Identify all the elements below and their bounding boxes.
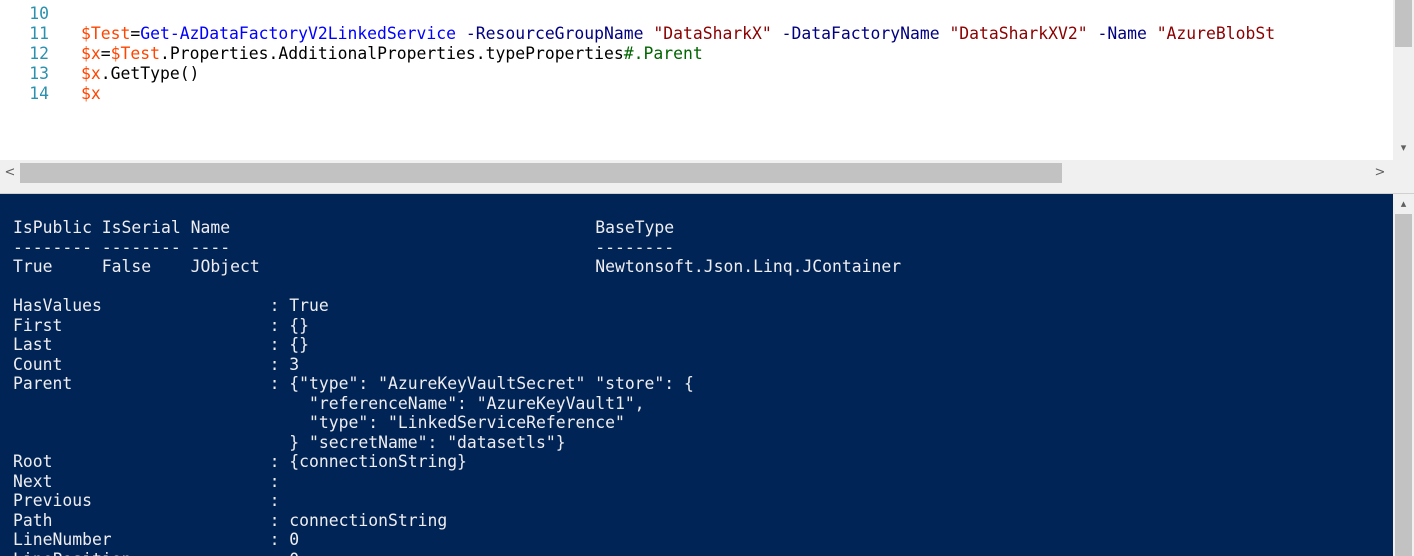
console-line: Count : 3 xyxy=(13,354,300,374)
line-number: 11 xyxy=(29,24,49,43)
pane-splitter[interactable] xyxy=(0,186,1414,194)
code-token: "DataSharkX" xyxy=(653,24,772,43)
console-line: "referenceName": "AzureKeyVault1", xyxy=(13,393,645,413)
code-text[interactable]: $x.GetType() xyxy=(81,64,199,84)
editor-horizontal-scroll-thumb[interactable] xyxy=(20,163,1062,183)
console-line: LineNumber : 0 xyxy=(13,530,300,549)
code-token: "AzureBlobSt xyxy=(1156,24,1276,43)
code-token: Get-AzDataFactoryV2LinkedService xyxy=(140,24,456,43)
console-output: IsPublic IsSerial Name BaseType -------- … xyxy=(13,218,1388,556)
console-line: Parent : {"type": "AzureKeyVaultSecret" … xyxy=(13,374,694,393)
code-token: .GetType() xyxy=(100,64,200,83)
code-text[interactable]: $x=$Test.Properties.AdditionalProperties… xyxy=(81,44,703,64)
code-text[interactable]: $x xyxy=(81,84,101,104)
code-token: -ResourceGroupName xyxy=(465,24,644,43)
code-token: $Test xyxy=(81,24,131,43)
console-line: First : {} xyxy=(13,315,310,335)
console-line: } "secretName": "datasetls"} xyxy=(13,432,566,452)
console-pane[interactable]: IsPublic IsSerial Name BaseType -------- … xyxy=(0,194,1414,556)
line-number: 13 xyxy=(29,64,49,83)
code-area[interactable]: 10 11 $Test=Get-AzDataFactoryV2LinkedServi… xyxy=(0,4,1393,160)
editor-horizontal-scrollbar[interactable]: < > xyxy=(0,160,1414,186)
code-token: -DataFactoryName xyxy=(781,24,940,43)
scroll-up-arrow-icon[interactable]: ▴ xyxy=(1393,194,1414,214)
scroll-left-arrow-icon[interactable]: < xyxy=(0,160,20,186)
console-line: Root : {connectionString} xyxy=(13,452,467,471)
console-line: Previous : xyxy=(13,491,280,510)
scroll-right-arrow-icon[interactable]: > xyxy=(1370,160,1390,186)
console-line: LinePosition : 0 xyxy=(13,550,1388,556)
console-vertical-scrollbar[interactable]: ▴ xyxy=(1393,194,1414,556)
code-token: $x xyxy=(81,64,101,83)
code-token: "DataSharkXV2" xyxy=(949,24,1088,43)
console-line: IsPublic IsSerial Name BaseType xyxy=(13,218,675,237)
console-line: -------- -------- ---- -------- xyxy=(13,237,675,257)
line-number: 14 xyxy=(29,84,49,103)
code-token: $x xyxy=(81,84,101,103)
editor-vertical-scroll-thumb[interactable] xyxy=(1395,0,1412,47)
console-line: Last : {} xyxy=(13,335,310,354)
console-line: "type": "LinkedServiceReference" xyxy=(13,413,625,432)
console-vertical-scroll-thumb[interactable] xyxy=(1395,214,1412,556)
line-number: 10 xyxy=(29,4,49,23)
console-line: Next : xyxy=(13,471,280,491)
code-token: -Name xyxy=(1097,24,1147,43)
code-text[interactable]: $Test=Get-AzDataFactoryV2LinkedService -… xyxy=(81,24,1275,44)
code-token: $Test xyxy=(110,44,160,63)
code-token: = xyxy=(100,44,111,63)
editor-vertical-scrollbar[interactable]: ▾ xyxy=(1393,0,1414,160)
code-token: = xyxy=(130,24,141,43)
console-line: Path : connectionString xyxy=(13,510,448,530)
code-token: #.Parent xyxy=(623,44,703,63)
code-token: $x xyxy=(81,44,101,63)
script-editor-pane[interactable]: 10 11 $Test=Get-AzDataFactoryV2LinkedServi… xyxy=(0,0,1414,186)
code-token: .Properties.AdditionalProperties.typePro… xyxy=(159,44,624,63)
scroll-down-arrow-icon[interactable]: ▾ xyxy=(1393,138,1414,158)
line-number: 12 xyxy=(29,44,49,63)
console-line: True False JObject Newtonsoft.Json.Linq.… xyxy=(13,257,902,276)
console-line: HasValues : True xyxy=(13,296,329,315)
